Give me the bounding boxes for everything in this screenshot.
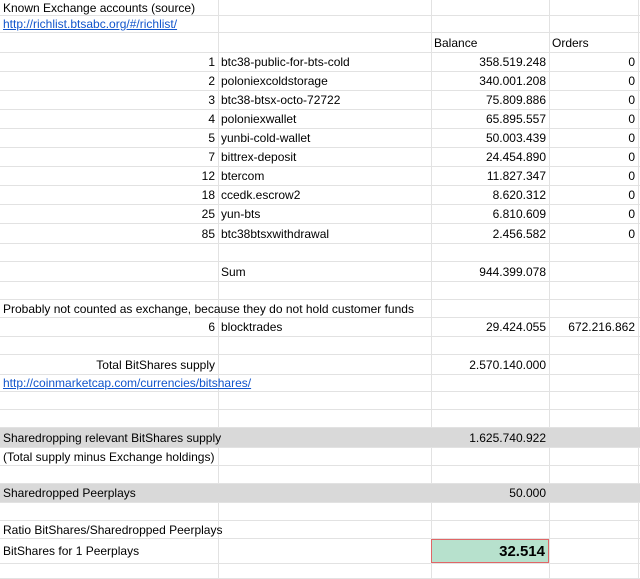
table-row: 7 bittrex-deposit 24.454.890 0 [0, 148, 640, 167]
balance-cell[interactable]: 358.519.248 [431, 53, 549, 71]
total-supply-label[interactable]: Total BitShares supply [0, 355, 218, 374]
not-counted-note[interactable]: Probably not counted as exchange, becaus… [0, 300, 414, 317]
sum-value[interactable]: 944.399.078 [431, 262, 549, 281]
result-value[interactable]: 32.514 [431, 539, 549, 563]
orders-cell[interactable]: 672.216.862 [549, 318, 638, 336]
balance-cell[interactable]: 65.895.557 [431, 110, 549, 128]
orders-cell[interactable]: 0 [549, 53, 638, 71]
rank-cell[interactable]: 1 [0, 53, 218, 71]
balance-cell[interactable]: 75.809.886 [431, 91, 549, 109]
title-row: Known Exchange accounts (source) [0, 0, 640, 16]
column-header-row: Balance Orders [0, 33, 640, 53]
sharedropped-peerplays-row: Sharedropped Peerplays 50.000 [0, 484, 640, 503]
table-row: 5 yunbi-cold-wallet 50.003.439 0 [0, 129, 640, 148]
account-cell[interactable]: btc38btsxwithdrawal [218, 224, 431, 243]
sharedrop-supply-row: Sharedropping relevant BitShares supply … [0, 428, 640, 448]
rank-cell[interactable]: 4 [0, 110, 218, 128]
balance-cell[interactable]: 50.003.439 [431, 129, 549, 147]
source-link[interactable]: http://richlist.btsabc.org/#/richlist/ [3, 17, 177, 31]
balance-cell[interactable]: 340.001.208 [431, 72, 549, 90]
orders-cell[interactable]: 0 [549, 205, 638, 223]
table-row: 2 poloniexcoldstorage 340.001.208 0 [0, 72, 640, 91]
rank-cell[interactable]: 85 [0, 224, 218, 243]
coinmarketcap-row: http://coinmarketcap.com/currencies/bits… [0, 375, 640, 392]
sum-label[interactable]: Sum [218, 262, 431, 281]
rank-cell[interactable]: 18 [0, 186, 218, 204]
orders-cell[interactable]: 0 [549, 129, 638, 147]
account-cell[interactable]: btc38-public-for-bts-cold [218, 53, 431, 71]
empty-row [0, 392, 640, 410]
account-cell[interactable]: blocktrades [218, 318, 431, 336]
account-cell[interactable]: bittrex-deposit [218, 148, 431, 166]
orders-cell[interactable]: 0 [549, 186, 638, 204]
rank-cell[interactable]: 5 [0, 129, 218, 147]
account-cell[interactable]: btercom [218, 167, 431, 185]
source-cell[interactable]: http://richlist.btsabc.org/#/richlist/ [0, 16, 218, 32]
orders-cell[interactable]: 0 [549, 91, 638, 109]
sharedropped-peerplays-value[interactable]: 50.000 [431, 484, 549, 502]
ratio-label[interactable]: Ratio BitShares/Sharedropped Peerplays [0, 521, 222, 538]
sharedropped-peerplays-label[interactable]: Sharedropped Peerplays [0, 484, 218, 502]
account-cell[interactable]: poloniexwallet [218, 110, 431, 128]
total-supply-value[interactable]: 2.570.140.000 [431, 355, 549, 374]
empty-row [0, 244, 640, 262]
rank-cell[interactable]: 12 [0, 167, 218, 185]
sharedrop-note[interactable]: (Total supply minus Exchange holdings) [0, 448, 218, 465]
table-row: 12 btercom 11.827.347 0 [0, 167, 640, 186]
total-supply-row: Total BitShares supply 2.570.140.000 [0, 355, 640, 375]
sharedrop-note-row: (Total supply minus Exchange holdings) [0, 448, 640, 466]
empty-row [0, 282, 640, 300]
ratio-row: Ratio BitShares/Sharedropped Peerplays [0, 521, 640, 539]
rank-cell[interactable]: 2 [0, 72, 218, 90]
balance-header[interactable]: Balance [431, 33, 549, 52]
account-cell[interactable]: yun-bts [218, 205, 431, 223]
table-row: 85 btc38btsxwithdrawal 2.456.582 0 [0, 224, 640, 244]
title-cell[interactable]: Known Exchange accounts (source) [0, 0, 218, 15]
table-row: 25 yun-bts 6.810.609 0 [0, 205, 640, 224]
balance-cell[interactable]: 24.454.890 [431, 148, 549, 166]
orders-cell[interactable]: 0 [549, 72, 638, 90]
rank-cell[interactable]: 25 [0, 205, 218, 223]
orders-header[interactable]: Orders [549, 33, 638, 52]
orders-cell[interactable]: 0 [549, 110, 638, 128]
table-row: 6 blocktrades 29.424.055 672.216.862 [0, 318, 640, 337]
rank-cell[interactable]: 6 [0, 318, 218, 336]
balance-cell[interactable]: 6.810.609 [431, 205, 549, 223]
account-cell[interactable]: yunbi-cold-wallet [218, 129, 431, 147]
rank-cell[interactable]: 7 [0, 148, 218, 166]
table-row: 1 btc38-public-for-bts-cold 358.519.248 … [0, 53, 640, 72]
account-cell[interactable]: ccedk.escrow2 [218, 186, 431, 204]
balance-cell[interactable]: 11.827.347 [431, 167, 549, 185]
spreadsheet-grid: Known Exchange accounts (source) http://… [0, 0, 640, 579]
coinmarketcap-cell[interactable]: http://coinmarketcap.com/currencies/bits… [0, 375, 251, 391]
coinmarketcap-link[interactable]: http://coinmarketcap.com/currencies/bits… [3, 376, 251, 390]
balance-cell[interactable]: 29.424.055 [431, 318, 549, 336]
source-row: http://richlist.btsabc.org/#/richlist/ [0, 16, 640, 33]
sharedrop-supply-label[interactable]: Sharedropping relevant BitShares supply [0, 428, 221, 447]
empty-row [0, 466, 640, 484]
not-counted-note-row: Probably not counted as exchange, becaus… [0, 300, 640, 318]
rank-cell[interactable]: 3 [0, 91, 218, 109]
balance-cell[interactable]: 2.456.582 [431, 224, 549, 243]
orders-cell[interactable]: 0 [549, 148, 638, 166]
empty-row [0, 337, 640, 355]
sum-row: Sum 944.399.078 [0, 262, 640, 282]
orders-cell[interactable]: 0 [549, 167, 638, 185]
orders-cell[interactable]: 0 [549, 224, 638, 243]
empty-row [0, 564, 640, 579]
sharedrop-supply-value[interactable]: 1.625.740.922 [431, 428, 549, 447]
empty-row [0, 410, 640, 428]
table-row: 4 poloniexwallet 65.895.557 0 [0, 110, 640, 129]
result-label[interactable]: BitShares for 1 Peerplays [0, 539, 218, 563]
account-cell[interactable]: btc38-btsx-octo-72722 [218, 91, 431, 109]
balance-cell[interactable]: 8.620.312 [431, 186, 549, 204]
table-row: 18 ccedk.escrow2 8.620.312 0 [0, 186, 640, 205]
account-cell[interactable]: poloniexcoldstorage [218, 72, 431, 90]
empty-row [0, 503, 640, 521]
table-row: 3 btc38-btsx-octo-72722 75.809.886 0 [0, 91, 640, 110]
